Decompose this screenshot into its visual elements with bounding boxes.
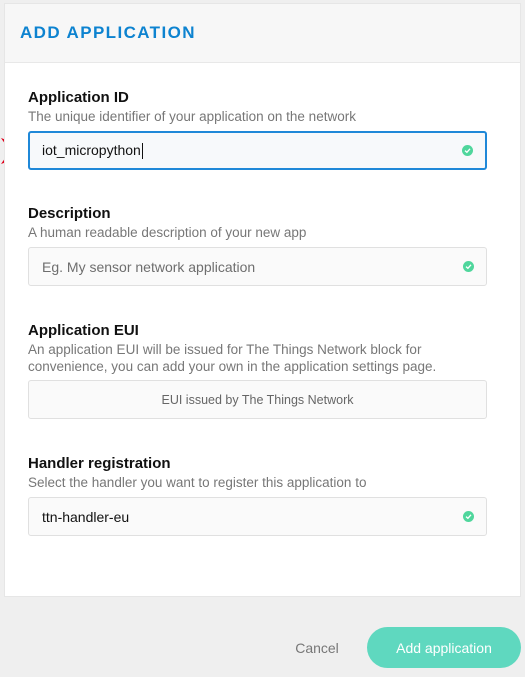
application-id-description: The unique identifier of your applicatio… [28, 109, 356, 124]
application-eui-value: EUI issued by The Things Network [161, 392, 354, 407]
application-eui-description: An application EUI will be issued for Th… [28, 342, 437, 374]
add-application-button[interactable]: Add application [367, 627, 521, 668]
application-id-input[interactable]: iot_micropython [28, 131, 487, 170]
handler-select[interactable]: ttn-handler-eu [28, 497, 487, 536]
application-eui-label: Application EUI [28, 322, 139, 339]
description-help-text: A human readable description of your new… [28, 225, 307, 240]
description-placeholder: Eg. My sensor network application [42, 258, 256, 275]
handler-registration-field-group: Handler registration Select the handler … [28, 455, 488, 491]
text-caret [141, 143, 143, 160]
application-id-field-group: Application ID The unique identifier of … [28, 89, 488, 125]
valid-check-icon [462, 145, 473, 156]
application-eui-field-group: Application EUI An application EUI will … [28, 322, 488, 375]
handler-registration-description: Select the handler you want to register … [28, 475, 367, 490]
description-label: Description [28, 205, 111, 222]
handler-value: ttn-handler-eu [42, 508, 130, 525]
description-input[interactable]: Eg. My sensor network application [28, 247, 487, 286]
page: ADD APPLICATION Application ID The uniqu… [0, 0, 525, 677]
valid-check-icon [463, 261, 474, 272]
form-actions: Cancel Add application [0, 627, 525, 668]
application-id-value: iot_micropython [42, 141, 143, 160]
handler-registration-label: Handler registration [28, 455, 171, 472]
valid-check-icon [463, 511, 474, 522]
application-id-label: Application ID [28, 89, 129, 106]
cancel-button[interactable]: Cancel [281, 627, 353, 668]
card-header: ADD APPLICATION [5, 4, 520, 63]
page-title: ADD APPLICATION [20, 23, 196, 42]
application-eui-input: EUI issued by The Things Network [28, 380, 487, 419]
description-field-group: Description A human readable description… [28, 205, 488, 241]
